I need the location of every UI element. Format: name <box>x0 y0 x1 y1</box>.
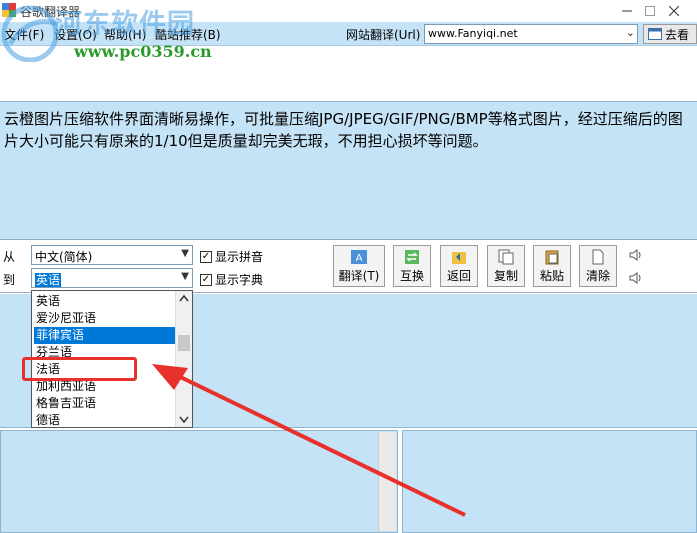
from-label: 从 <box>3 250 16 264</box>
svg-text:A: A <box>356 253 363 264</box>
swap-button[interactable]: 互换 <box>393 245 431 287</box>
chevron-down-icon: ⌄ <box>625 26 635 39</box>
paste-label: 粘贴 <box>539 268 564 283</box>
go-label: 去看 <box>665 27 690 42</box>
close-icon <box>669 6 679 16</box>
watermark-title: 河东软件园 <box>55 9 195 40</box>
scroll-up-icon[interactable] <box>179 294 189 302</box>
url-value: www.Fanyiqi.net <box>428 27 518 40</box>
back-icon <box>452 251 466 264</box>
scroll-thumb[interactable] <box>178 335 190 351</box>
blank-page-icon <box>592 249 604 264</box>
to-language-value: 英语 <box>35 273 62 287</box>
annotation-highlight-box <box>22 357 137 381</box>
copy-button[interactable]: 复制 <box>487 245 525 287</box>
go-button[interactable]: 去看 <box>643 24 697 44</box>
annotation-arrow-icon <box>152 364 466 517</box>
language-option[interactable]: 爱沙尼亚语 <box>34 310 176 327</box>
speaker-icon[interactable] <box>628 247 644 263</box>
checkmark-icon: ✓ <box>200 250 212 263</box>
chevron-down-icon: ▼ <box>181 271 189 282</box>
url-select[interactable]: www.Fanyiqi.net ⌄ <box>424 24 638 44</box>
language-option[interactable]: 菲律宾语 <box>34 327 176 344</box>
url-label: 网站翻译(Url) <box>346 28 421 42</box>
from-language-value: 中文(简体) <box>35 250 93 264</box>
translate-label: 翻译(T) <box>338 268 380 283</box>
back-button[interactable]: 返回 <box>440 245 478 287</box>
show-dict-label: 显示字典 <box>215 273 264 287</box>
language-option[interactable]: 英语 <box>34 293 176 310</box>
to-language-select[interactable]: 英语 ▼ <box>31 268 193 288</box>
swap-label: 互换 <box>399 268 424 283</box>
copy-icon <box>498 249 514 264</box>
translate-button[interactable]: A 翻译(T) <box>333 245 385 287</box>
checkmark-icon: ✓ <box>200 273 212 286</box>
to-label: 到 <box>3 273 16 287</box>
paste-button[interactable]: 粘贴 <box>533 245 571 287</box>
source-text-area[interactable]: 云橙图片压缩软件界面清晰易操作，可批量压缩JPG/JPEG/GIF/PNG/BM… <box>0 101 697 239</box>
show-dict-checkbox[interactable]: ✓ 显示字典 <box>200 271 263 288</box>
watermark-url: www.pc0359.cn <box>74 42 212 61</box>
speaker-icon[interactable] <box>628 270 644 286</box>
paste-icon <box>545 250 559 264</box>
swap-icon <box>405 249 419 264</box>
translate-icon: A <box>351 249 367 264</box>
chevron-down-icon: ▼ <box>181 248 189 259</box>
close-button[interactable] <box>651 0 697 22</box>
browser-icon <box>648 28 662 40</box>
clear-button[interactable]: 清除 <box>579 245 617 287</box>
from-language-select[interactable]: 中文(简体) ▼ <box>31 245 193 265</box>
clear-label: 清除 <box>585 268 610 283</box>
copy-label: 复制 <box>493 268 518 283</box>
show-pinyin-checkbox[interactable]: ✓ 显示拼音 <box>200 248 263 265</box>
show-pinyin-label: 显示拼音 <box>215 250 264 264</box>
back-label: 返回 <box>446 268 471 283</box>
